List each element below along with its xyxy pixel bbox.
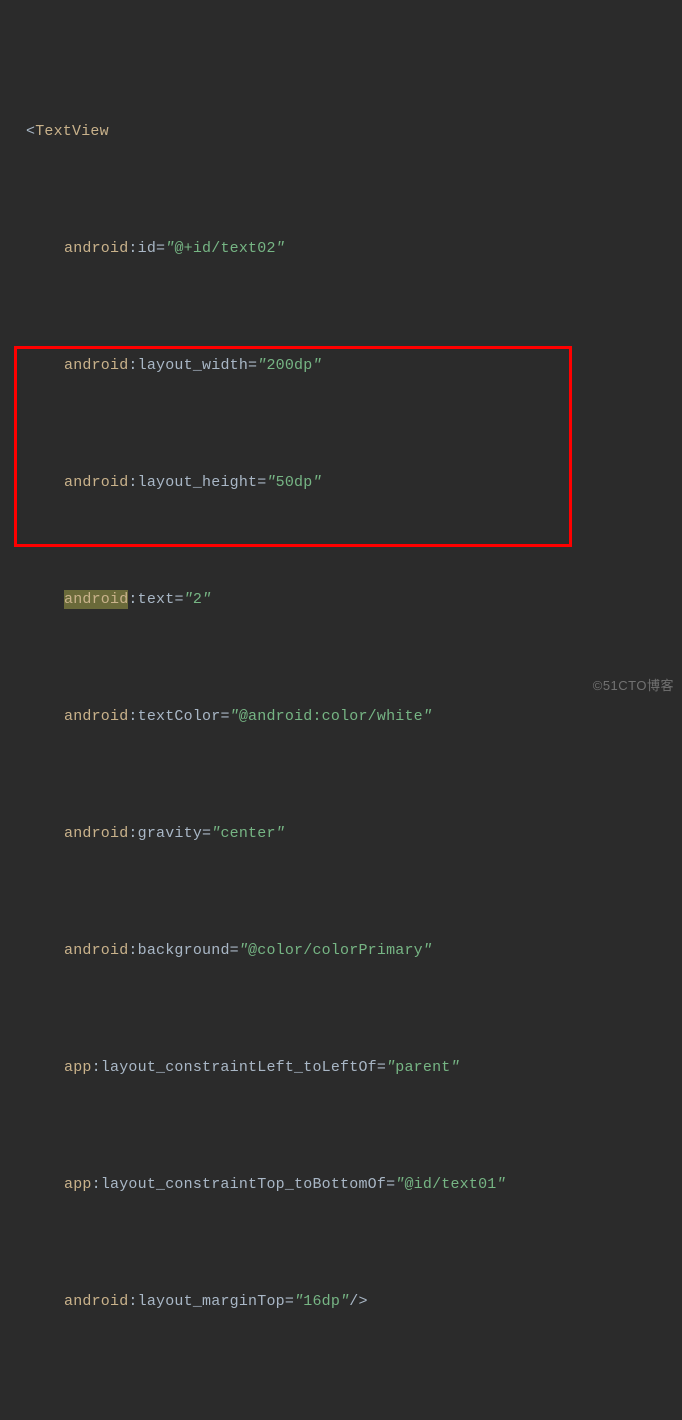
xml-attr-highlighted: android:text=″2″: [4, 585, 678, 614]
blank-line: [4, 1404, 678, 1420]
xml-attr: android:gravity=″center″: [4, 819, 678, 848]
xml-attr: android:textColor=″@android:color/white″: [4, 702, 678, 731]
xml-open-tag: <TextView: [4, 117, 678, 146]
xml-attr: android:layout_width=″200dp″: [4, 351, 678, 380]
xml-attr: app:layout_constraintLeft_toLeftOf=″pare…: [4, 1053, 678, 1082]
xml-attr: android:layout_height=″50dp″: [4, 468, 678, 497]
code-block: <TextView android:id=″@+id/text02″ andro…: [0, 0, 682, 1420]
xml-attr: app:layout_constraintTop_toBottomOf=″@id…: [4, 1170, 678, 1199]
watermark-label: ©51CTO博客: [593, 673, 674, 698]
xml-attr: android:background=″@color/colorPrimary″: [4, 936, 678, 965]
xml-attr: android:id=″@+id/text02″: [4, 234, 678, 263]
xml-attr-close: android:layout_marginTop=″16dp″/>: [4, 1287, 678, 1316]
